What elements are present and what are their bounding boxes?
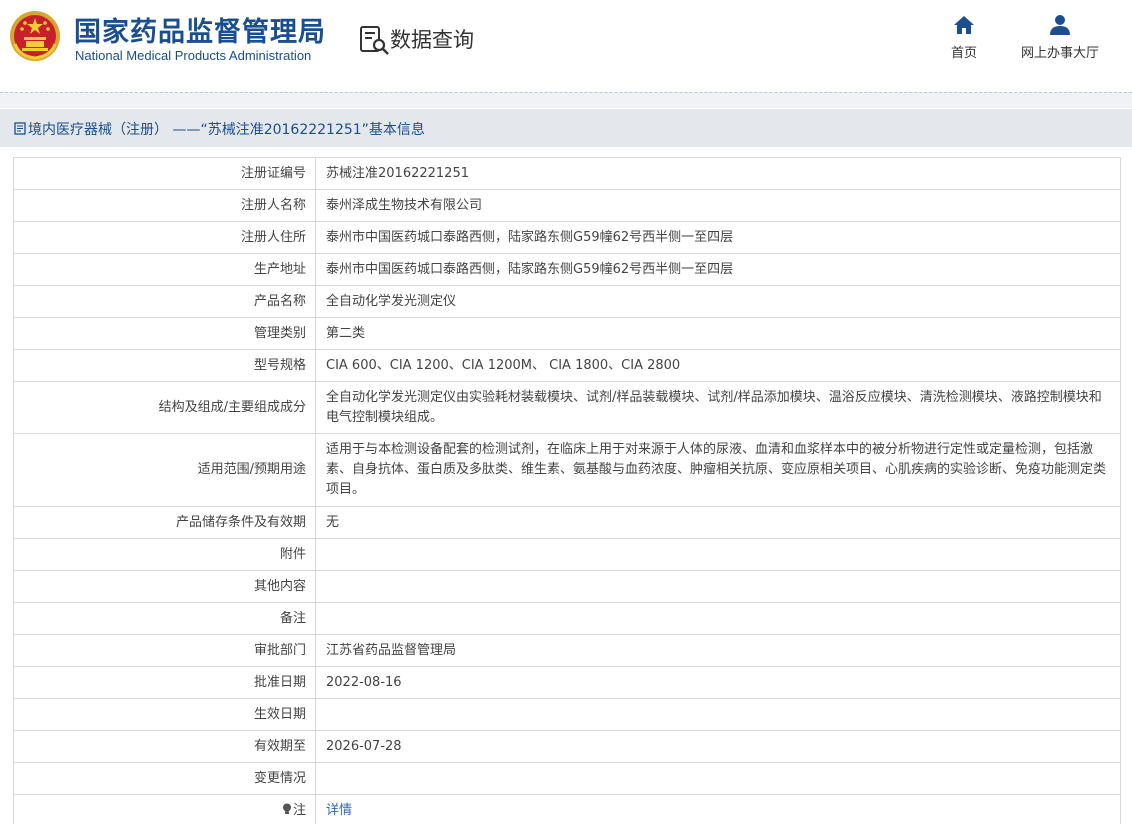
field-label: 其他内容	[13, 570, 316, 603]
field-label: 生产地址	[13, 253, 316, 286]
user-icon	[1050, 15, 1070, 35]
field-label: 变更情况	[13, 762, 316, 795]
detail-link[interactable]: 详情	[326, 803, 352, 818]
table-row: 产品名称 全自动化学发光测定仪	[13, 285, 1121, 318]
info-table: 注册证编号 苏械注准20162221251 注册人名称 泰州泽成生物技术有限公司 注册人…	[13, 157, 1121, 824]
field-label: 审批部门	[13, 634, 316, 667]
nav-home-label: 首页	[950, 46, 977, 61]
table-row: 注册人名称 泰州泽成生物技术有限公司	[13, 189, 1121, 222]
brand-title-en: National Medical Products Administration	[75, 48, 312, 63]
field-value: 泰州市中国医药城口泰路西侧，陆家路东侧G59幢62号西半侧一至四层	[315, 221, 1121, 254]
header-divider	[0, 92, 1132, 108]
field-value	[315, 602, 1121, 635]
field-value: CIA 600、CIA 1200、CIA 1200M、 CIA 1800、CIA…	[315, 349, 1121, 382]
field-value	[315, 538, 1121, 571]
table-row: 审批部门 江苏省药品监督管理局	[13, 634, 1121, 667]
field-label: 产品名称	[13, 285, 316, 318]
page-heading: 数据查询	[390, 28, 474, 52]
field-value: 2026-07-28	[315, 730, 1121, 763]
field-value: 全自动化学发光测定仪由实验耗材装载模块、试剂/样品装载模块、试剂/样品添加模块、…	[315, 381, 1121, 434]
field-value: 苏械注准20162221251	[315, 157, 1121, 190]
field-label: 备注	[13, 602, 316, 635]
table-row: 其他内容	[13, 570, 1121, 603]
national-emblem-icon	[10, 11, 60, 61]
field-label: 附件	[13, 538, 316, 571]
table-row: 产品储存条件及有效期无	[13, 506, 1121, 539]
note-value-cell: 详情	[315, 794, 1121, 824]
field-value	[315, 762, 1121, 795]
nav-hall-label: 网上办事大厅	[1020, 46, 1099, 61]
field-label: 结构及组成/主要组成成分	[13, 381, 316, 434]
table-row: 批准日期 2022-08-16	[13, 666, 1121, 699]
field-value: 2022-08-16	[315, 666, 1121, 699]
field-label: 型号规格	[13, 349, 316, 382]
document-icon	[14, 122, 26, 135]
table-row: 注册证编号 苏械注准20162221251	[13, 157, 1121, 190]
table-row: 附件	[13, 538, 1121, 571]
field-label: 注册人住所	[13, 221, 316, 254]
field-label: 生效日期	[13, 698, 316, 731]
brand-title-cn: 国家药品监督管理局	[74, 17, 326, 48]
field-label: 产品储存条件及有效期	[13, 506, 316, 539]
nav-online-hall[interactable]: 网上办事大厅	[1014, 14, 1106, 61]
table-row: 有效期至 2026-07-28	[13, 730, 1121, 763]
field-value: 泰州泽成生物技术有限公司	[315, 189, 1121, 222]
table-row: 型号规格 CIA 600、CIA 1200、CIA 1200M、 CIA 1800…	[13, 349, 1121, 382]
page-header: 国家药品监督管理局 National Medical Products Admi…	[0, 0, 1132, 92]
document-search-icon	[360, 26, 389, 55]
field-label: 批准日期	[13, 666, 316, 699]
table-row: 生产地址 泰州市中国医药城口泰路西侧，陆家路东侧G59幢62号西半侧一至四层	[13, 253, 1121, 286]
table-row: 备注	[13, 602, 1121, 635]
field-value: 无	[315, 506, 1121, 539]
table-row: 注册人住所 泰州市中国医药城口泰路西侧，陆家路东侧G59幢62号西半侧一至四层	[13, 221, 1121, 254]
note-row: 注 详情	[13, 794, 1121, 824]
table-row: 变更情况	[13, 762, 1121, 795]
table-row: 结构及组成/主要组成成分 全自动化学发光测定仪由实验耗材装载模块、试剂/样品装载模…	[13, 381, 1121, 434]
field-value: 江苏省药品监督管理局	[315, 634, 1121, 667]
home-icon	[954, 16, 974, 34]
breadcrumb-text: 境内医疗器械（注册） ——“苏械注准20162221251”基本信息	[28, 122, 425, 138]
lightbulb-icon	[282, 803, 291, 814]
note-label-cell: 注	[13, 794, 316, 824]
field-label: 管理类别	[13, 317, 316, 350]
field-label: 适用范围/预期用途	[13, 433, 316, 507]
field-label: 注册证编号	[13, 157, 316, 190]
table-row: 适用范围/预期用途 适用于与本检测设备配套的检测试剂，在临床上用于对来源于人体的尿…	[13, 433, 1121, 507]
table-row: 管理类别 第二类	[13, 317, 1121, 350]
field-value	[315, 698, 1121, 731]
field-value: 全自动化学发光测定仪	[315, 285, 1121, 318]
field-label: 有效期至	[13, 730, 316, 763]
nav-home[interactable]: 首页	[946, 14, 982, 61]
table-row: 生效日期	[13, 698, 1121, 731]
field-value: 泰州市中国医药城口泰路西侧，陆家路东侧G59幢62号西半侧一至四层	[315, 253, 1121, 286]
field-label: 注册人名称	[13, 189, 316, 222]
note-label: 注	[292, 802, 306, 818]
field-value: 第二类	[315, 317, 1121, 350]
field-value: 适用于与本检测设备配套的检测试剂，在临床上用于对来源于人体的尿液、血清和血浆样本…	[315, 433, 1121, 507]
field-value	[315, 570, 1121, 603]
